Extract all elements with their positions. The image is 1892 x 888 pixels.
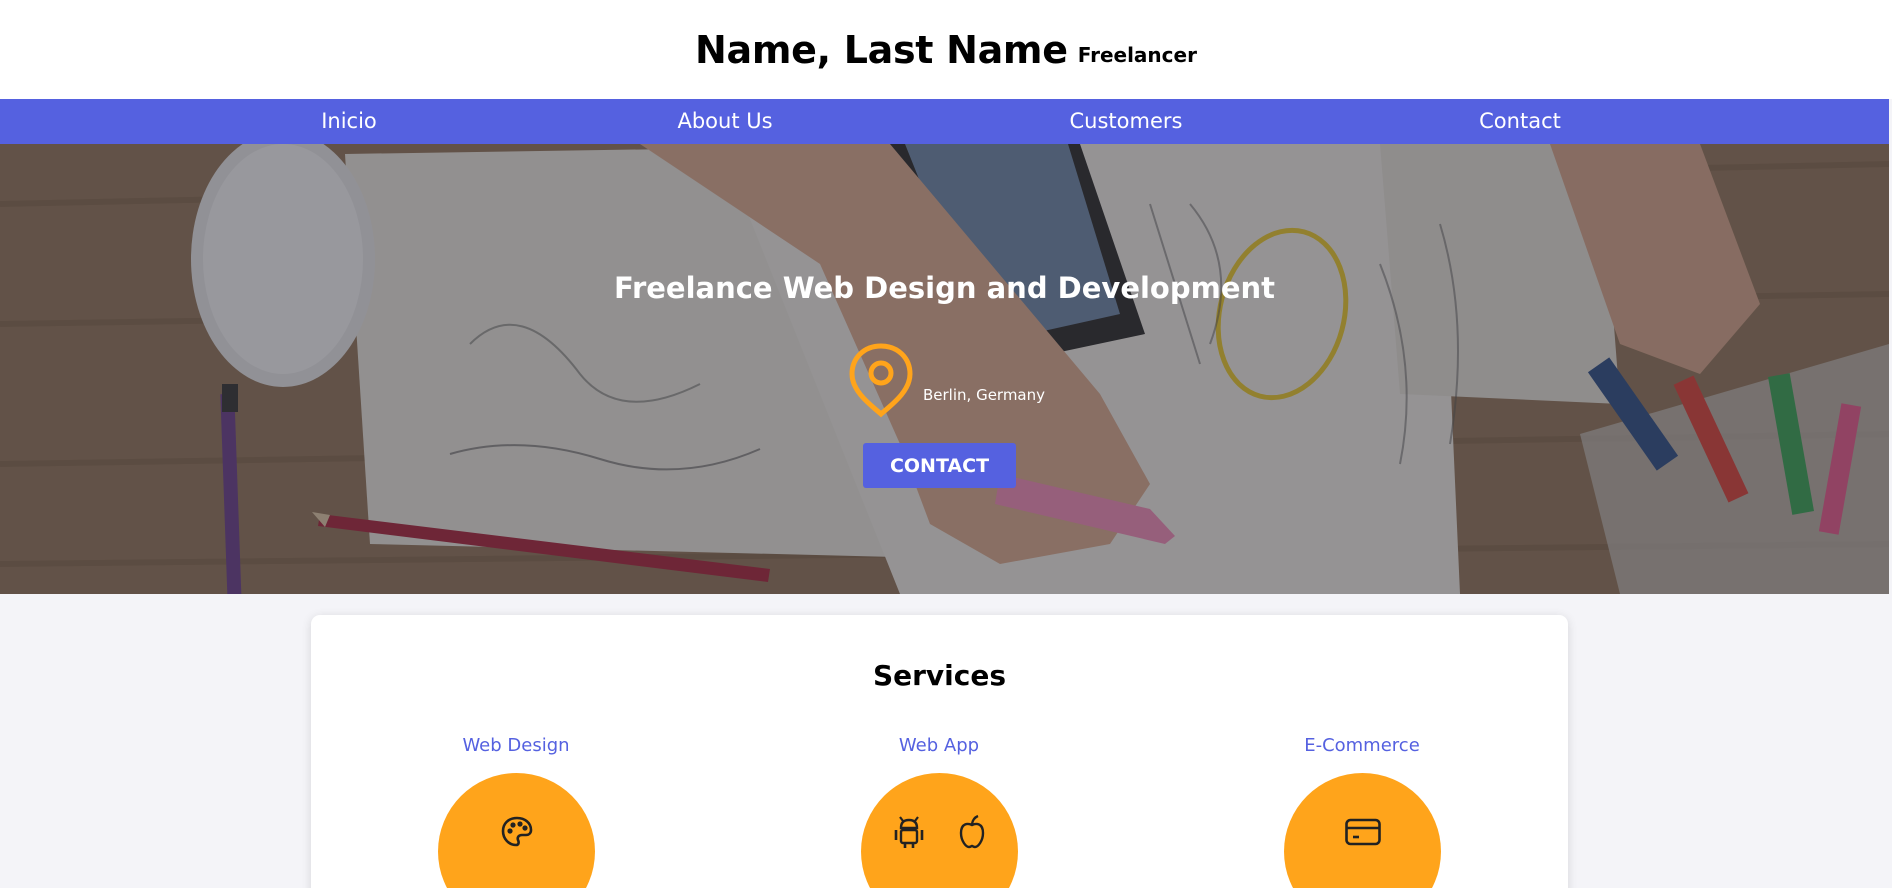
contact-button[interactable]: CONTACT: [863, 443, 1016, 488]
site-header: Name, Last Name Freelancer: [0, 0, 1892, 99]
palette-icon: [499, 814, 535, 850]
services-title: Services: [872, 659, 1007, 692]
map-pin-icon: [848, 342, 914, 423]
service-web-app[interactable]: Web App: [839, 735, 1039, 888]
main-nav: Inicio About Us Customers Contact: [0, 99, 1889, 144]
brand-subtitle: Freelancer: [1077, 42, 1197, 67]
nav-item-customers[interactable]: Customers: [1070, 99, 1183, 144]
android-icon: [892, 814, 926, 850]
service-icon-circle: [438, 773, 595, 888]
nav-item-contact[interactable]: Contact: [1479, 99, 1561, 144]
credit-card-icon: [1344, 816, 1382, 848]
location-text: Berlin, Germany: [923, 386, 1046, 404]
services-card: Services Web Design Web App E-Commerce: [311, 615, 1568, 888]
hero-title: Freelance Web Design and Development: [613, 271, 1276, 305]
nav-item-about-us[interactable]: About Us: [677, 99, 772, 144]
service-web-design[interactable]: Web Design: [416, 735, 616, 888]
service-icon-circle: [1284, 773, 1441, 888]
nav-item-inicio[interactable]: Inicio: [321, 99, 377, 144]
service-label: Web App: [898, 735, 980, 756]
hero-section: Freelance Web Design and Development Ber…: [0, 144, 1889, 594]
service-label: E-Commerce: [1304, 735, 1420, 756]
service-label: Web Design: [462, 735, 570, 756]
service-e-commerce[interactable]: E-Commerce: [1262, 735, 1462, 888]
hero-overlay: [0, 144, 1889, 594]
service-icon-circle: [861, 773, 1018, 888]
apple-icon: [956, 814, 988, 850]
brand-name: Name, Last Name: [695, 27, 1068, 72]
